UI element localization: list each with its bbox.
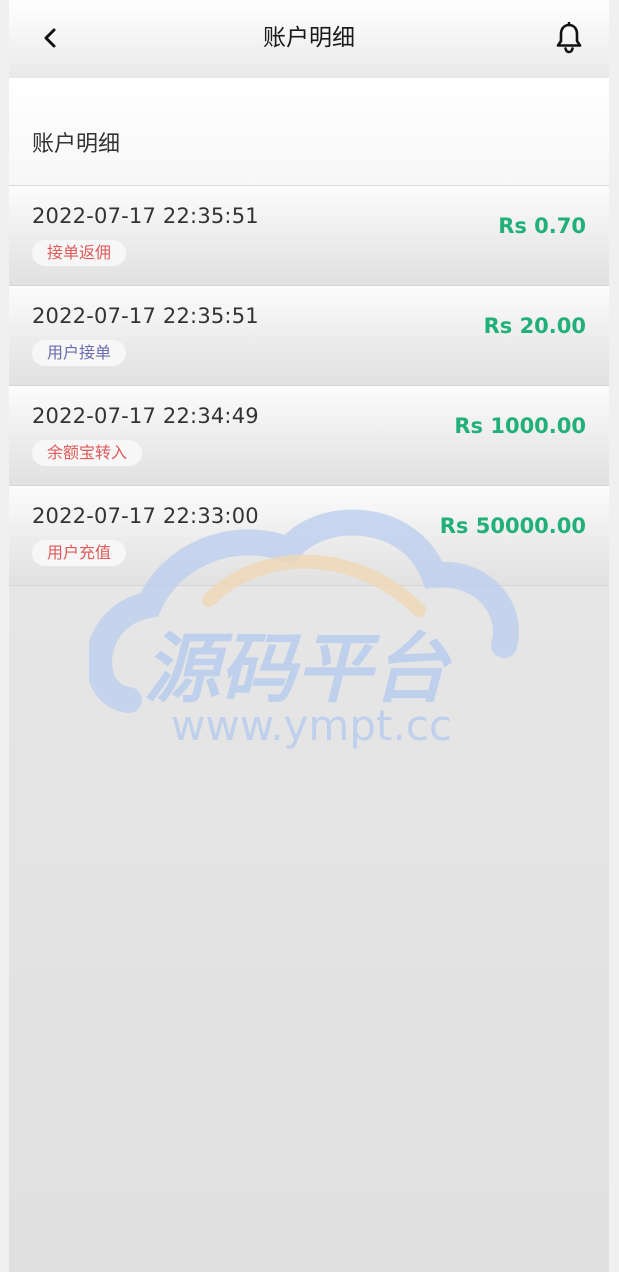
record-time: 2022-07-17 22:34:49	[32, 404, 259, 428]
record-type-badge: 余额宝转入	[32, 440, 143, 466]
page-title: 账户明细	[263, 25, 355, 51]
record-row[interactable]: 2022-07-17 22:34:49 余额宝转入 Rs 1000.00	[9, 386, 609, 486]
watermark-url: www.ympt.cc	[171, 701, 452, 750]
record-amount: Rs 50000.00	[439, 514, 586, 538]
record-type-badge: 用户接单	[32, 340, 127, 366]
notification-button[interactable]	[551, 18, 587, 58]
record-list: 2022-07-17 22:35:51 接单返佣 Rs 0.70 2022-07-17…	[9, 186, 609, 586]
back-button[interactable]	[33, 20, 69, 56]
navigation-bar: 账户明细	[9, 0, 609, 78]
record-time: 2022-07-17 22:35:51	[32, 204, 259, 228]
bell-icon	[556, 22, 582, 54]
record-row[interactable]: 2022-07-17 22:35:51 用户接单 Rs 20.00	[9, 286, 609, 386]
record-row[interactable]: 2022-07-17 22:35:51 接单返佣 Rs 0.70	[9, 186, 609, 286]
record-time: 2022-07-17 22:35:51	[32, 304, 259, 328]
record-row[interactable]: 2022-07-17 22:33:00 用户充值 Rs 50000.00	[9, 486, 609, 586]
record-amount: Rs 0.70	[498, 214, 586, 238]
app-frame: 账户明细 账户明细 2022-07-17 22:35:51 接单返佣 Rs 0.70…	[9, 0, 609, 1272]
section-header: 账户明细	[9, 78, 609, 186]
record-amount: Rs 1000.00	[454, 414, 586, 438]
watermark-title: 源码平台	[144, 624, 452, 713]
section-title: 账户明细	[32, 132, 121, 157]
chevron-left-icon	[44, 28, 56, 48]
record-time: 2022-07-17 22:33:00	[32, 504, 259, 528]
record-amount: Rs 20.00	[483, 314, 586, 338]
record-type-badge: 接单返佣	[32, 240, 127, 266]
record-type-badge: 用户充值	[32, 540, 127, 566]
